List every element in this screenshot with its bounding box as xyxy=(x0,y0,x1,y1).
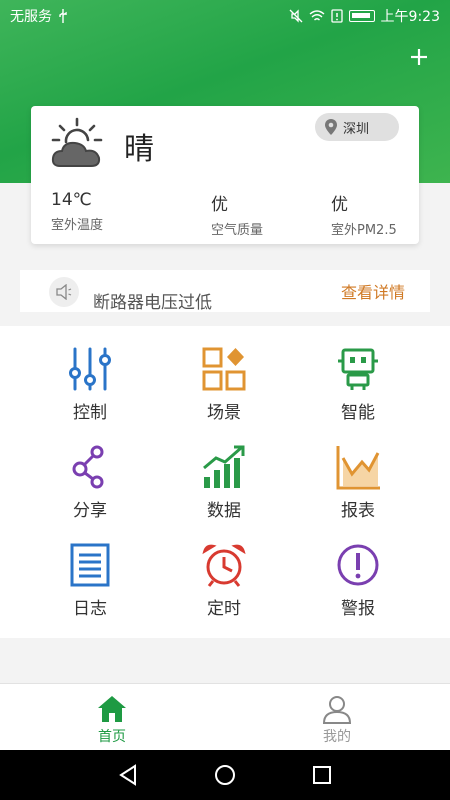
weather-condition: 晴 xyxy=(124,132,154,167)
metric-outdoor-temperature: 14℃ 室外温度 xyxy=(51,190,103,233)
grid-item-scene[interactable]: 场景 xyxy=(174,346,274,436)
metric-value: 14℃ xyxy=(51,190,92,210)
home-icon xyxy=(98,696,126,722)
mute-icon xyxy=(289,9,303,23)
location-text: 深圳 xyxy=(343,121,370,137)
home-circle-icon[interactable] xyxy=(214,764,236,786)
status-bar: 无服务 上午9:23 xyxy=(0,0,450,32)
location-badge[interactable]: 深圳 xyxy=(315,113,399,141)
log-document-icon xyxy=(70,543,110,587)
sim-alert-icon xyxy=(330,9,343,23)
status-left: 无服务 xyxy=(10,6,68,26)
alert-icon xyxy=(337,544,379,586)
back-icon[interactable] xyxy=(118,764,138,786)
grid-item-data[interactable]: 数据 xyxy=(174,444,274,534)
report-chart-icon xyxy=(336,446,380,490)
plus-icon xyxy=(411,49,427,65)
metric-label: 室外温度 xyxy=(51,218,104,233)
speaker-icon xyxy=(56,284,72,300)
grid-label: 日志 xyxy=(73,599,107,619)
grid-item-timer[interactable]: 定时 xyxy=(174,542,274,632)
grid-label: 数据 xyxy=(207,501,241,521)
notice-bar: 断路器电压过低 查看详情 xyxy=(20,270,430,313)
speaker-icon-wrapper xyxy=(49,277,79,307)
share-nodes-icon xyxy=(72,445,104,489)
nav-item-mine[interactable]: 我的 xyxy=(297,694,377,746)
user-icon xyxy=(322,696,352,724)
grid-item-alert[interactable]: 警报 xyxy=(308,542,408,632)
grid-item-share[interactable]: 分享 xyxy=(40,444,140,534)
robot-icon xyxy=(338,348,378,390)
grid-item-control[interactable]: 控制 xyxy=(40,346,140,436)
status-icons xyxy=(289,9,375,23)
function-grid: 控制 场景 智能 分享 数据 报表 日志 定时 警报 xyxy=(0,326,450,638)
grid-label: 智能 xyxy=(341,403,375,423)
status-time: 上午9:23 xyxy=(380,9,440,25)
usb-icon xyxy=(59,9,67,23)
control-sliders-icon xyxy=(69,347,111,391)
grid-item-report[interactable]: 报表 xyxy=(308,444,408,534)
weather-card[interactable]: 晴 深圳 14℃ 室外温度 优 空气质量 优 室外PM2.5 xyxy=(31,106,419,244)
nav-label: 首页 xyxy=(98,729,126,745)
grid-label: 报表 xyxy=(341,501,375,521)
grid-label: 分享 xyxy=(73,501,107,521)
scene-blocks-icon xyxy=(202,347,246,391)
status-right: 上午9:23 xyxy=(289,6,440,26)
grid-item-smart[interactable]: 智能 xyxy=(308,346,408,436)
add-button[interactable] xyxy=(408,46,430,68)
grid-label: 定时 xyxy=(207,599,241,619)
grid-item-log[interactable]: 日志 xyxy=(40,542,140,632)
metric-air-quality: 优 空气质量 xyxy=(211,190,263,238)
recent-apps-icon[interactable] xyxy=(312,765,332,785)
system-nav-bar xyxy=(0,750,450,800)
metric-outdoor-pm25: 优 室外PM2.5 xyxy=(331,190,397,238)
view-details-link[interactable]: 查看详情 xyxy=(341,279,405,303)
nav-label: 我的 xyxy=(323,729,351,745)
metric-value: 优 xyxy=(211,195,228,215)
grid-label: 场景 xyxy=(207,403,241,423)
alarm-clock-icon xyxy=(202,544,246,587)
carrier-text: 无服务 xyxy=(10,9,52,25)
grid-label: 警报 xyxy=(341,599,375,619)
bottom-nav: 首页 我的 xyxy=(0,683,450,750)
wifi-icon xyxy=(309,10,325,21)
location-pin-icon xyxy=(325,119,337,135)
notice-text: 断路器电压过低 xyxy=(93,293,212,313)
nav-item-home[interactable]: 首页 xyxy=(72,694,152,746)
data-bars-icon xyxy=(203,445,245,488)
metric-value: 优 xyxy=(331,195,348,215)
grid-label: 控制 xyxy=(73,403,107,423)
battery-icon xyxy=(348,10,375,22)
metric-label: 室外PM2.5 xyxy=(331,223,397,238)
metric-label: 空气质量 xyxy=(211,223,264,238)
partly-sunny-cloud-icon xyxy=(51,117,103,167)
